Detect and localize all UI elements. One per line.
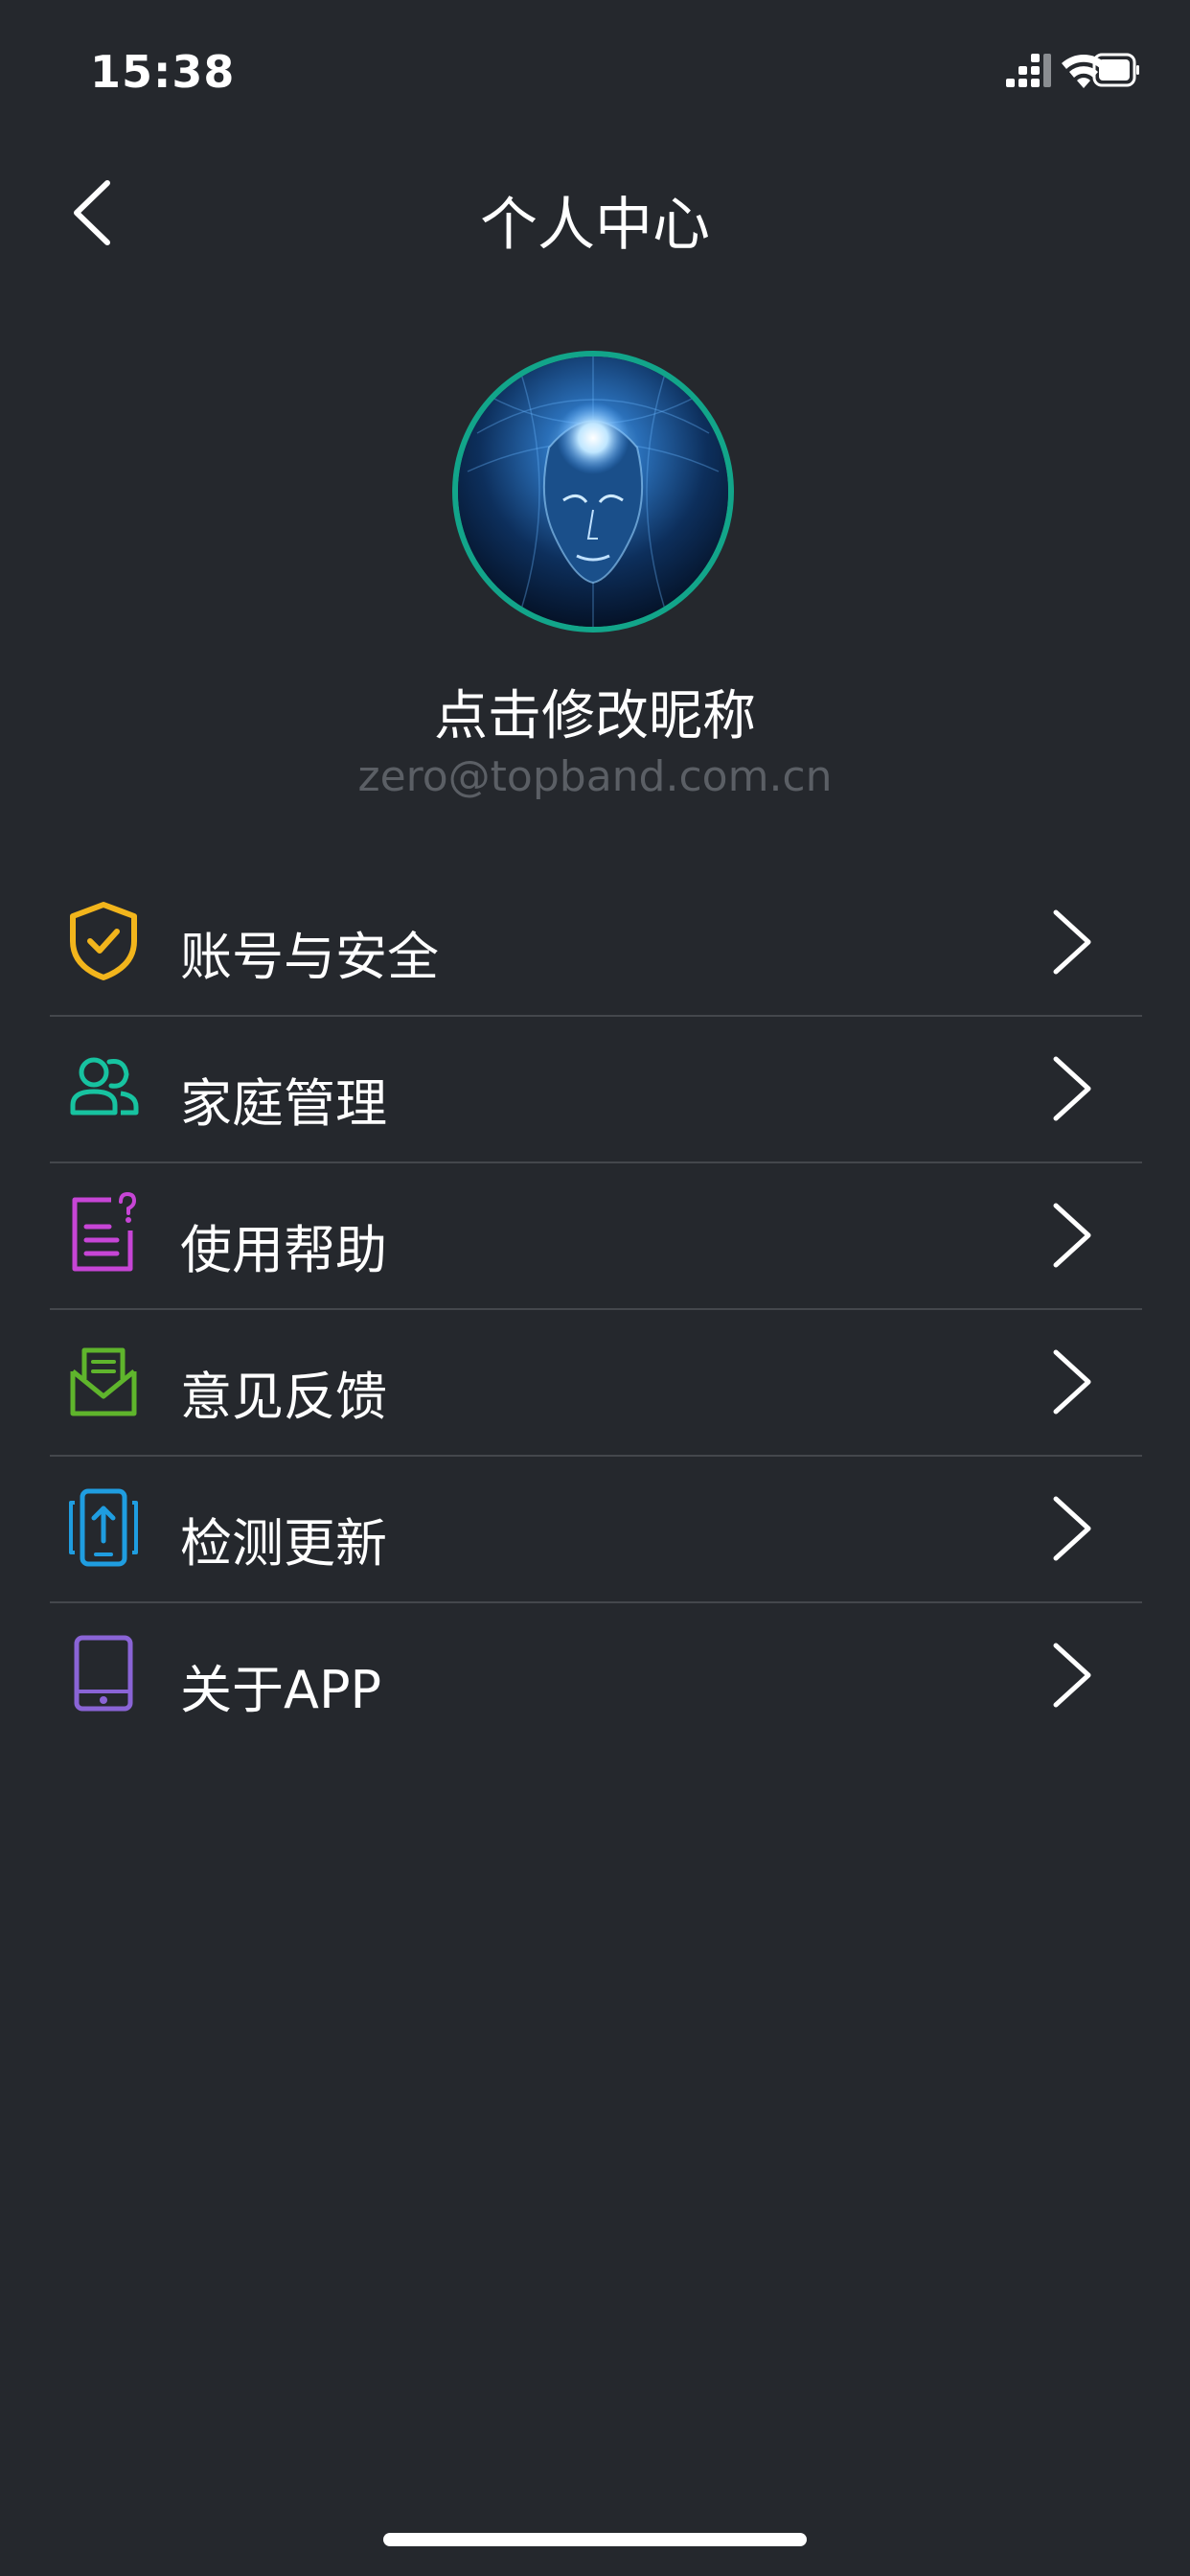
page-title: 个人中心 — [480, 192, 710, 259]
feedback-envelope-icon — [70, 1347, 137, 1416]
avatar[interactable] — [452, 351, 734, 632]
menu-item-label: 家庭管理 — [180, 1073, 387, 1134]
menu-item-label: 意见反馈 — [180, 1367, 387, 1427]
menu-item-account-security[interactable]: 账号与安全 — [50, 870, 1142, 1017]
menu-item-label: 账号与安全 — [180, 927, 439, 987]
avatar-image — [458, 356, 728, 627]
menu-item-label: 关于APP — [180, 1660, 382, 1720]
help-document-icon — [72, 1192, 137, 1272]
shield-check-icon — [70, 902, 137, 980]
menu-item-about-app[interactable]: 关于APP — [50, 1603, 1142, 1748]
cellular-signal-icon — [1006, 54, 1051, 87]
tablet-icon — [74, 1635, 133, 1712]
family-icon — [70, 1057, 139, 1116]
menu-item-label: 使用帮助 — [180, 1220, 387, 1280]
chevron-right-icon — [1053, 1643, 1091, 1708]
chevron-right-icon — [1053, 909, 1091, 975]
account-email: zero@topband.com.cn — [357, 752, 833, 801]
nickname-label[interactable]: 点击修改昵称 — [0, 673, 1190, 750]
menu-item-feedback[interactable]: 意见反馈 — [50, 1310, 1142, 1457]
chevron-right-icon — [1053, 1349, 1091, 1414]
chevron-right-icon — [1053, 1056, 1091, 1121]
menu-item-check-update[interactable]: 检测更新 — [50, 1457, 1142, 1603]
home-indicator[interactable] — [383, 2533, 807, 2546]
settings-menu: 账号与安全 家庭管理 使用帮助 意见反馈 检测更新 关于APP — [50, 870, 1142, 1748]
menu-item-family-management[interactable]: 家庭管理 — [50, 1017, 1142, 1163]
menu-item-help[interactable]: 使用帮助 — [50, 1163, 1142, 1310]
menu-item-label: 检测更新 — [180, 1513, 387, 1574]
chevron-right-icon — [1053, 1496, 1091, 1561]
update-phone-icon — [69, 1488, 138, 1567]
status-time: 15:38 — [90, 46, 236, 98]
status-icons — [1006, 53, 1139, 88]
battery-icon — [1092, 53, 1139, 87]
status-bar: 15:38 — [0, 0, 1190, 144]
chevron-right-icon — [1053, 1203, 1091, 1268]
